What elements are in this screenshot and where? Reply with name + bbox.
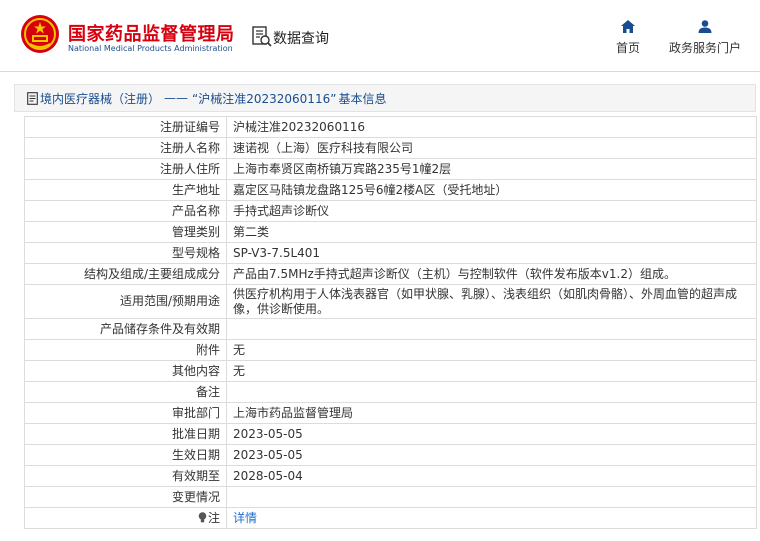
table-row: 产品名称 手持式超声诊断仪: [24, 200, 757, 222]
row-label: 其他内容: [24, 360, 227, 382]
row-value: 无: [226, 339, 757, 361]
row-value: 第二类: [226, 221, 757, 243]
note-label-cell: 注: [24, 507, 227, 529]
row-label: 生产地址: [24, 179, 227, 201]
national-emblem-icon[interactable]: [20, 14, 60, 54]
row-value: 上海市药品监督管理局: [226, 402, 757, 424]
row-value: 产品由7.5MHz手持式超声诊断仪（主机）与控制软件（软件发布版本v1.2）组成…: [226, 263, 757, 285]
table-row: 其他内容 无: [24, 360, 757, 382]
table-row: 生产地址 嘉定区马陆镇龙盘路125号6幢2楼A区（受托地址）: [24, 179, 757, 201]
breadcrumb-separator: ——: [164, 91, 189, 105]
row-label: 注册人名称: [24, 137, 227, 159]
row-value: 2028-05-04: [226, 465, 757, 487]
row-label: 生效日期: [24, 444, 227, 466]
row-value: 手持式超声诊断仪: [226, 200, 757, 222]
row-value: 速诺视（上海）医疗科技有限公司: [226, 137, 757, 159]
table-row: 注册证编号 沪械注准20232060116: [24, 116, 757, 138]
row-value: 上海市奉贤区南桥镇万宾路235号1幢2层: [226, 158, 757, 180]
record-title-suffix: 基本信息: [338, 91, 387, 106]
table-row: 适用范围/预期用途 供医疗机构用于人体浅表器官（如甲状腺、乳腺）、浅表组织（如肌…: [24, 284, 757, 319]
row-label: 结构及组成/主要组成成分: [24, 263, 227, 285]
row-value: SP-V3-7.5L401: [226, 242, 757, 264]
row-value: [226, 381, 757, 403]
home-icon: [621, 20, 635, 33]
row-value: 供医疗机构用于人体浅表器官（如甲状腺、乳腺）、浅表组织（如肌肉骨骼）、外周血管的…: [226, 284, 757, 319]
row-value: 嘉定区马陆镇龙盘路125号6幢2楼A区（受托地址）: [226, 179, 757, 201]
table-row: 变更情况: [24, 486, 757, 508]
nav-home-label: 首页: [615, 41, 640, 55]
note-value-cell: 详情: [226, 507, 757, 529]
table-row: 注册人名称 速诺视（上海）医疗科技有限公司: [24, 137, 757, 159]
row-label: 产品储存条件及有效期: [24, 318, 227, 340]
nav-home[interactable]: 首页: [610, 20, 646, 56]
row-label: 型号规格: [24, 242, 227, 264]
table-row: 管理类别 第二类: [24, 221, 757, 243]
row-label: 审批部门: [24, 402, 227, 424]
table-row: 生效日期 2023-05-05: [24, 444, 757, 466]
row-value: [226, 486, 757, 508]
table-row: 产品储存条件及有效期: [24, 318, 757, 340]
row-value: 无: [226, 360, 757, 382]
site-header: 国家药品监督管理局 National Medical Products Admi…: [0, 0, 760, 72]
data-query-title: 数据查询: [273, 31, 329, 47]
table-row: 审批部门 上海市药品监督管理局: [24, 402, 757, 424]
breadcrumb-category[interactable]: 境内医疗器械（注册）: [40, 90, 160, 107]
table-row: 型号规格 SP-V3-7.5L401: [24, 242, 757, 264]
row-label: 有效期至: [24, 465, 227, 487]
brand-name-en[interactable]: National Medical Products Administration: [68, 44, 233, 53]
table-row: 结构及组成/主要组成成分 产品由7.5MHz手持式超声诊断仪（主机）与控制软件（…: [24, 263, 757, 285]
nav-service-portal[interactable]: 政务服务门户: [664, 20, 746, 56]
row-label: 管理类别: [24, 221, 227, 243]
brand-name-cn[interactable]: 国家药品监督管理局: [68, 20, 235, 46]
nav-service-label: 政务服务门户: [668, 41, 741, 55]
note-label: 注: [207, 510, 220, 525]
record-title-bar: 境内医疗器械（注册） —— “沪械注准20232060116” 基本信息: [14, 84, 756, 112]
row-label: 附件: [24, 339, 227, 361]
row-value: 2023-05-05: [226, 444, 757, 466]
row-label: 备注: [24, 381, 227, 403]
row-label: 产品名称: [24, 200, 227, 222]
user-icon: [698, 20, 712, 33]
row-label: 批准日期: [24, 423, 227, 445]
table-row: 批准日期 2023-05-05: [24, 423, 757, 445]
row-label: 适用范围/预期用途: [24, 284, 227, 319]
document-icon: [27, 91, 38, 105]
table-row: 注 详情: [24, 507, 757, 529]
details-link[interactable]: 详情: [233, 511, 257, 525]
table-row: 备注: [24, 381, 757, 403]
row-value: 沪械注准20232060116: [226, 116, 757, 138]
row-label: 注册证编号: [24, 116, 227, 138]
row-label: 变更情况: [24, 486, 227, 508]
table-row: 注册人住所 上海市奉贤区南桥镇万宾路235号1幢2层: [24, 158, 757, 180]
row-value: 2023-05-05: [226, 423, 757, 445]
lightbulb-icon: [198, 511, 207, 523]
table-row: 附件 无: [24, 339, 757, 361]
record-cert-number: “沪械注准20232060116”: [192, 91, 337, 106]
device-info-table: 注册证编号 沪械注准20232060116 注册人名称 速诺视（上海）医疗科技有…: [24, 116, 757, 529]
data-query-icon: [252, 26, 272, 47]
table-row: 有效期至 2028-05-04: [24, 465, 757, 487]
row-label: 注册人住所: [24, 158, 227, 180]
row-value: [226, 318, 757, 340]
